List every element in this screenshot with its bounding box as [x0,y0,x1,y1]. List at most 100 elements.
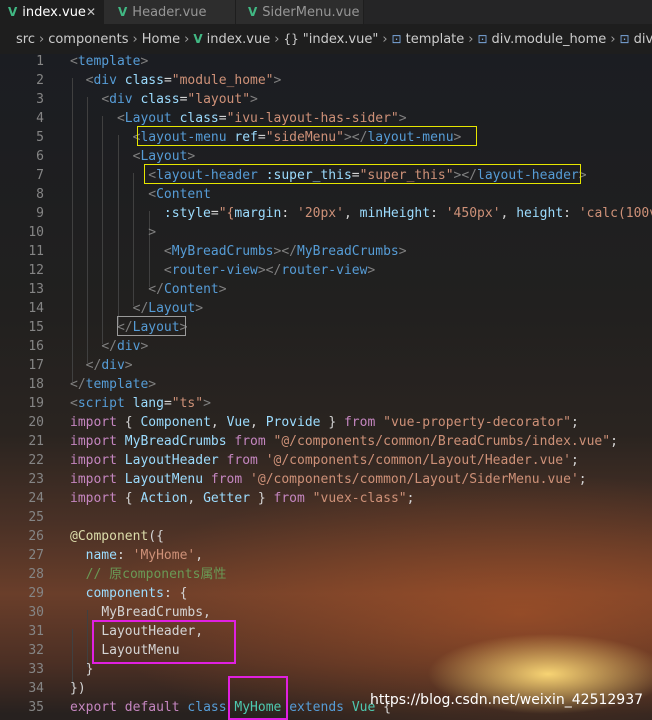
vue-file-icon: V [8,5,18,19]
close-icon[interactable]: ✕ [86,5,96,19]
code-text: </div> [85,358,133,373]
breadcrumb-item-src[interactable]: src [16,32,35,47]
line-number: 17 [28,358,44,373]
code-text: import MyBreadCrumbs from "@/components/… [70,434,618,449]
code-line: 14 </Layout> [0,299,652,318]
line-number: 30 [28,605,44,620]
breadcrumb-item-template[interactable]: template [406,32,465,47]
breadcrumb-item-home[interactable]: Home [142,32,180,47]
chevron-right-icon: › [468,31,474,47]
code-line: 9 :style="{margin: '20px', minHeight: '4… [0,204,652,223]
highlight-box-myhome [228,676,288,720]
line-number: 25 [28,510,44,525]
code-line: 11 <MyBreadCrumbs></MyBreadCrumbs> [0,242,652,261]
code-text: > [148,225,157,240]
chevron-right-icon: › [610,31,616,47]
code-line: 16 </div> [0,337,652,356]
code-line: 24 import { Action, Getter } from "vuex-… [0,489,652,508]
code-editor[interactable]: 1 <template> 2 <div class="module_home">… [0,54,652,720]
line-number: 21 [28,434,44,449]
element-icon: ⊡ [619,32,630,46]
line-number: 2 [36,73,44,88]
line-number: 34 [28,681,44,696]
breadcrumb-item-components[interactable]: components [48,32,128,47]
braces-icon: {} [283,32,299,46]
line-number: 12 [28,263,44,278]
line-number: 32 [28,643,44,658]
highlight-box-layout-header [144,164,581,184]
code-text: <router-view></router-view> [163,263,376,278]
line-number: 16 [28,339,44,354]
watermark-text: https://blog.csdn.net/weixin_42512937 [370,692,644,708]
code-line: 10 > [0,223,652,242]
code-line: 28 // 原components属性 [0,565,652,584]
code-text: <MyBreadCrumbs></MyBreadCrumbs> [163,244,407,259]
chevron-right-icon: › [38,31,45,47]
line-number: 26 [28,529,44,544]
line-number: 13 [28,282,44,297]
line-number: 1 [36,54,44,69]
code-line: 23 import LayoutMenu from '@/components/… [0,470,652,489]
code-text: // 原components属性 [85,567,227,582]
line-number: 9 [36,206,44,221]
vue-file-icon: V [248,5,258,19]
chevron-right-icon: › [274,31,280,47]
line-number: 7 [36,168,44,183]
element-icon: ⊡ [391,32,402,46]
code-text: <Content [148,187,211,202]
code-line: 20 import { Component, Vue, Provide } fr… [0,413,652,432]
breadcrumb-item-div[interactable]: div [634,32,652,47]
code-text: import LayoutMenu from '@/components/com… [70,472,587,487]
code-text: <script lang="ts"> [70,396,211,411]
code-line: 27 name: 'MyHome', [0,546,652,565]
line-number: 31 [28,624,44,639]
chevron-right-icon: › [132,31,138,47]
line-number: 6 [36,149,44,164]
line-number: 33 [28,662,44,677]
line-number: 35 [28,700,44,715]
line-number: 20 [28,415,44,430]
line-number: 5 [36,130,44,145]
line-number: 22 [28,453,44,468]
code-line: 22 import LayoutHeader from '@/component… [0,451,652,470]
code-text: import { Component, Vue, Provide } from … [70,415,579,430]
tab-header-vue[interactable]: V Header.vue [104,0,236,24]
code-text: import { Action, Getter } from "vuex-cla… [70,491,415,506]
chevron-right-icon: › [184,31,190,47]
line-number: 29 [28,586,44,601]
tab-index-vue[interactable]: V index.vue ✕ [0,0,104,24]
highlight-box-components [92,620,236,664]
tab-label: Header.vue [132,4,207,20]
line-number: 4 [36,111,44,126]
code-text: </div> [101,339,149,354]
breadcrumb: src › components › Home › V index.vue › … [0,24,652,54]
code-text: }) [70,681,86,696]
line-number: 27 [28,548,44,563]
code-text: :style="{margin: '20px', minHeight: '450… [163,206,652,221]
breadcrumb-item-file[interactable]: index.vue [207,32,271,47]
code-line: 19 <script lang="ts"> [0,394,652,413]
line-number: 19 [28,396,44,411]
tab-bar-empty [364,0,652,24]
code-line: 18 </template> [0,375,652,394]
line-number: 24 [28,491,44,506]
line-number: 3 [36,92,44,107]
line-number: 28 [28,567,44,582]
breadcrumb-item-div-module-home[interactable]: div.module_home [492,32,607,47]
code-text: <template> [70,54,149,69]
line-number: 14 [28,301,44,316]
code-text: <div class="layout"> [101,92,258,107]
code-line: 3 <div class="layout"> [0,90,652,109]
code-line: 25 [0,508,652,527]
code-text: </template> [70,377,157,392]
code-line: 12 <router-view></router-view> [0,261,652,280]
breadcrumb-item-module[interactable]: "index.vue" [303,32,379,47]
code-line: 1 <template> [0,54,652,71]
code-text: import LayoutHeader from '@/components/c… [70,453,579,468]
code-line: 15 </Layout> [0,318,652,337]
code-line: 17 </div> [0,356,652,375]
element-icon: ⊡ [477,32,488,46]
tab-sidermenu-vue[interactable]: V SiderMenu.vue [236,0,364,24]
chevron-right-icon: › [382,31,388,47]
code-text: name: 'MyHome', [85,548,204,563]
